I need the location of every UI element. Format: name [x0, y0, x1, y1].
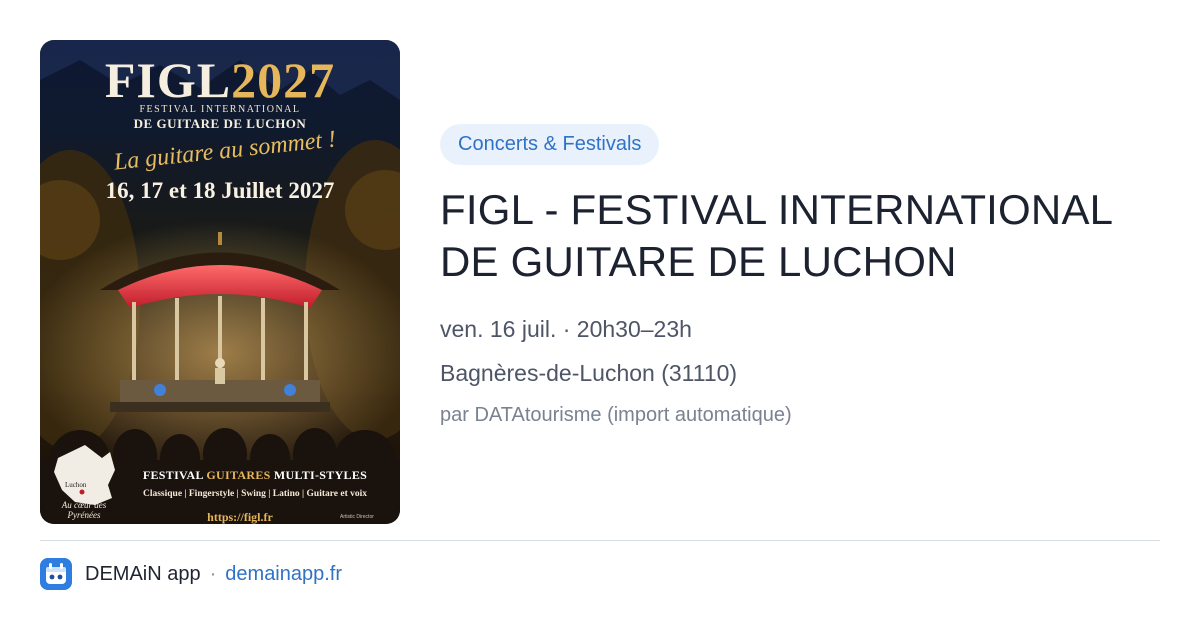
separator: · [209, 562, 217, 585]
app-name: DEMAiN app [85, 562, 201, 585]
divider [40, 540, 1160, 541]
event-location: Bagnères-de-Luchon (31110) [440, 360, 738, 386]
poster-dates: 16, 17 et 18 Juillet 2027 [105, 178, 335, 203]
event-poster-image[interactable]: FIGL2027 FESTIVAL INTERNATIONAL DE GUITA… [40, 40, 400, 524]
category-badge[interactable]: Concerts & Festivals [440, 124, 660, 165]
event-datetime: ven. 16 juil. · 20h30–23h [440, 316, 692, 342]
event-share-card: FIGL2027 FESTIVAL INTERNATIONAL DE GUITA… [0, 0, 1200, 630]
poster-credit: Artistic Director [340, 514, 374, 520]
poster-subtitle: FESTIVAL INTERNATIONAL [139, 104, 301, 115]
event-source: par DATAtourisme (import automatique) [440, 404, 792, 426]
poster-tagline: FESTIVAL GUITARES MULTI-STYLES [142, 468, 368, 482]
poster-map-caption: Au cœur des Pyrénées [61, 500, 107, 520]
event-title[interactable]: FIGL - FESTIVAL INTERNATIONAL DE GUITARE… [440, 184, 1160, 288]
app-logo-icon[interactable] [40, 558, 72, 590]
footer: DEMAiN app · demainapp.fr [40, 558, 342, 590]
poster-map-label: Luchon [65, 481, 87, 489]
site-link[interactable]: demainapp.fr [225, 563, 342, 586]
poster-styles: Classique | Fingerstyle | Swing | Latino… [142, 489, 368, 499]
poster-title: FIGL2027 [104, 52, 336, 108]
poster-url: https://figl.fr [207, 510, 273, 524]
